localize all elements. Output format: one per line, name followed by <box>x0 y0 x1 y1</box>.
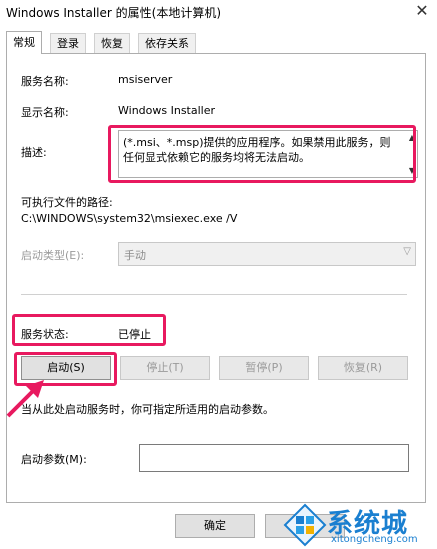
startup-type-select[interactable]: 手动 ▽ <box>118 242 416 266</box>
chevron-down-icon: ▽ <box>403 246 411 257</box>
close-icon[interactable]: ✕ <box>407 0 437 24</box>
general-panel: 服务名称: msiserver 显示名称: Windows Installer … <box>6 53 426 503</box>
display-name-label: 显示名称: <box>21 106 69 119</box>
watermark-url: xitongcheng.com <box>331 534 418 545</box>
description-text: (*.msi、*.msp)提供的应用程序。如果禁用此服务，则任何显式依赖它的服务… <box>123 136 391 164</box>
start-params-label: 启动参数(M): <box>21 453 87 466</box>
service-name-value: msiserver <box>118 73 173 86</box>
exe-path-value: C:\WINDOWS\system32\msiexec.exe /V <box>21 212 238 225</box>
pointer-arrow-icon <box>6 380 44 418</box>
pause-button[interactable]: 暂停(P) <box>219 356 309 380</box>
tab-dependencies[interactable]: 依存关系 <box>138 33 196 53</box>
startup-type-value: 手动 <box>124 249 146 262</box>
tab-logon[interactable]: 登录 <box>50 33 86 53</box>
window-title: Windows Installer 的属性(本地计算机) <box>6 6 221 20</box>
watermark-logo: 系统城 xitongcheng.com <box>283 501 433 549</box>
divider <box>21 294 407 295</box>
title-bar: Windows Installer 的属性(本地计算机) ✕ <box>0 0 437 24</box>
tab-general[interactable]: 常规 <box>6 31 42 54</box>
resume-button[interactable]: 恢复(R) <box>318 356 408 380</box>
startup-type-label: 启动类型(E): <box>21 249 85 262</box>
tab-recovery[interactable]: 恢复 <box>94 33 130 53</box>
windows-logo-icon <box>283 503 327 547</box>
exe-path-label: 可执行文件的路径: <box>21 196 113 209</box>
scroll-down-icon[interactable]: ▼ <box>409 166 415 175</box>
stop-button[interactable]: 停止(T) <box>120 356 210 380</box>
description-box[interactable]: (*.msi、*.msp)提供的应用程序。如果禁用此服务，则任何显式依赖它的服务… <box>118 130 418 178</box>
status-label: 服务状态: <box>21 328 69 341</box>
status-value: 已停止 <box>118 328 151 341</box>
scroll-up-icon[interactable]: ▲ <box>409 133 415 142</box>
description-label: 描述: <box>21 146 47 159</box>
service-name-label: 服务名称: <box>21 75 69 88</box>
display-name-value: Windows Installer <box>118 104 216 117</box>
start-params-input[interactable] <box>139 444 409 472</box>
ok-button[interactable]: 确定 <box>175 514 255 538</box>
